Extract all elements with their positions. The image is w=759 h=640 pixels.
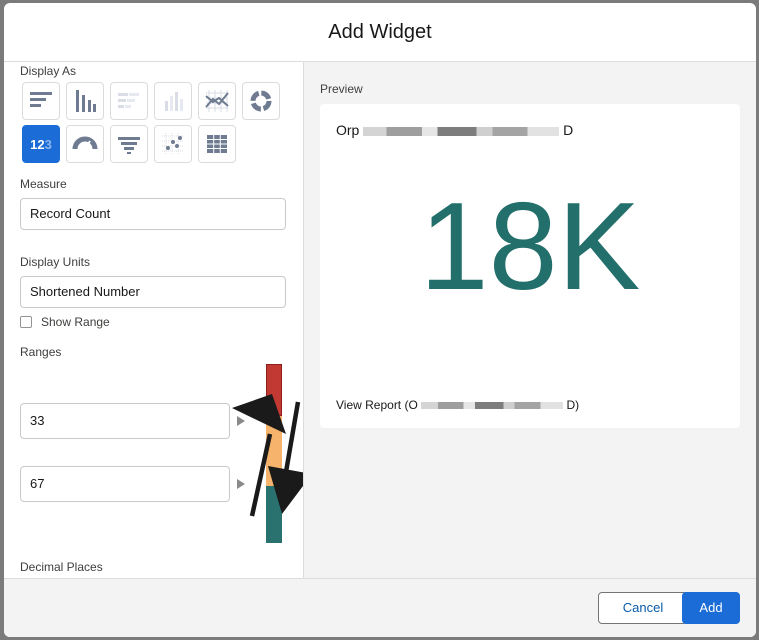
cancel-button[interactable]: Cancel <box>598 592 688 624</box>
report-title-start: Orp <box>336 122 360 138</box>
show-range-label: Show Range <box>41 315 110 329</box>
add-button[interactable]: Add <box>682 592 740 624</box>
dialog-header: Add Widget <box>4 3 756 62</box>
chart-type-gauge[interactable] <box>66 125 104 163</box>
preview-panel: Preview Orp D 18K View Report (O D) <box>304 62 756 578</box>
view-report-suffix: D) <box>566 398 580 412</box>
measure-label: Measure <box>20 177 67 191</box>
annotation-arrows-icon <box>232 394 303 517</box>
stacked-horizontal-bar-icon <box>118 93 139 108</box>
chart-type-donut[interactable] <box>242 82 280 120</box>
range-low-input[interactable]: 33 <box>20 403 230 439</box>
range-high-input[interactable]: 67 <box>20 466 230 502</box>
view-report-link[interactable]: View Report (O D) <box>336 398 579 412</box>
metric-value: 18K <box>419 178 641 316</box>
chart-type-stacked-horizontal-bar[interactable] <box>110 82 148 120</box>
preview-label: Preview <box>320 82 363 96</box>
display-units-label: Display Units <box>20 255 91 269</box>
redacted-report-id <box>421 402 564 410</box>
widget-settings-panel[interactable]: Display As 123 Measure Record Count Disp… <box>4 62 304 578</box>
table-icon <box>207 135 227 153</box>
chart-type-line[interactable] <box>198 82 236 120</box>
preview-card: Orp D 18K View Report (O D) <box>320 104 740 428</box>
line-chart-icon <box>205 90 229 112</box>
redacted-report-name <box>363 126 560 136</box>
display-as-label: Display As <box>20 64 77 78</box>
chart-type-stacked-vertical-bar[interactable] <box>154 82 192 120</box>
decimal-places-label: Decimal Places <box>20 560 103 574</box>
chart-type-vertical-bar[interactable] <box>66 82 104 120</box>
chart-type-table[interactable] <box>198 125 236 163</box>
scatter-icon <box>162 133 184 155</box>
chart-type-scatter[interactable] <box>154 125 192 163</box>
dialog-footer: Cancel Add <box>4 578 756 637</box>
metric-123-icon: 123 <box>30 137 52 152</box>
report-title: Orp D <box>336 122 573 138</box>
gauge-icon <box>72 136 98 150</box>
funnel-icon <box>118 137 140 154</box>
stacked-vertical-bar-icon <box>165 92 183 111</box>
horizontal-bar-icon <box>30 92 52 107</box>
chart-type-funnel[interactable] <box>110 125 148 163</box>
svg-text:123: 123 <box>30 137 52 152</box>
add-widget-dialog: Add Widget Display As 123 Measure Record… <box>4 3 756 637</box>
display-units-select[interactable]: Shortened Number <box>20 276 286 308</box>
donut-icon <box>250 90 272 112</box>
dialog-title: Add Widget <box>328 21 432 43</box>
vertical-bar-icon <box>76 90 96 112</box>
measure-select[interactable]: Record Count <box>20 198 286 230</box>
view-report-prefix: View Report (O <box>336 398 418 412</box>
chart-type-horizontal-bar[interactable] <box>22 82 60 120</box>
report-title-end: D <box>563 122 574 138</box>
ranges-label: Ranges <box>20 345 62 359</box>
show-range-checkbox[interactable] <box>20 316 32 328</box>
chart-type-metric[interactable]: 123 <box>22 125 60 163</box>
